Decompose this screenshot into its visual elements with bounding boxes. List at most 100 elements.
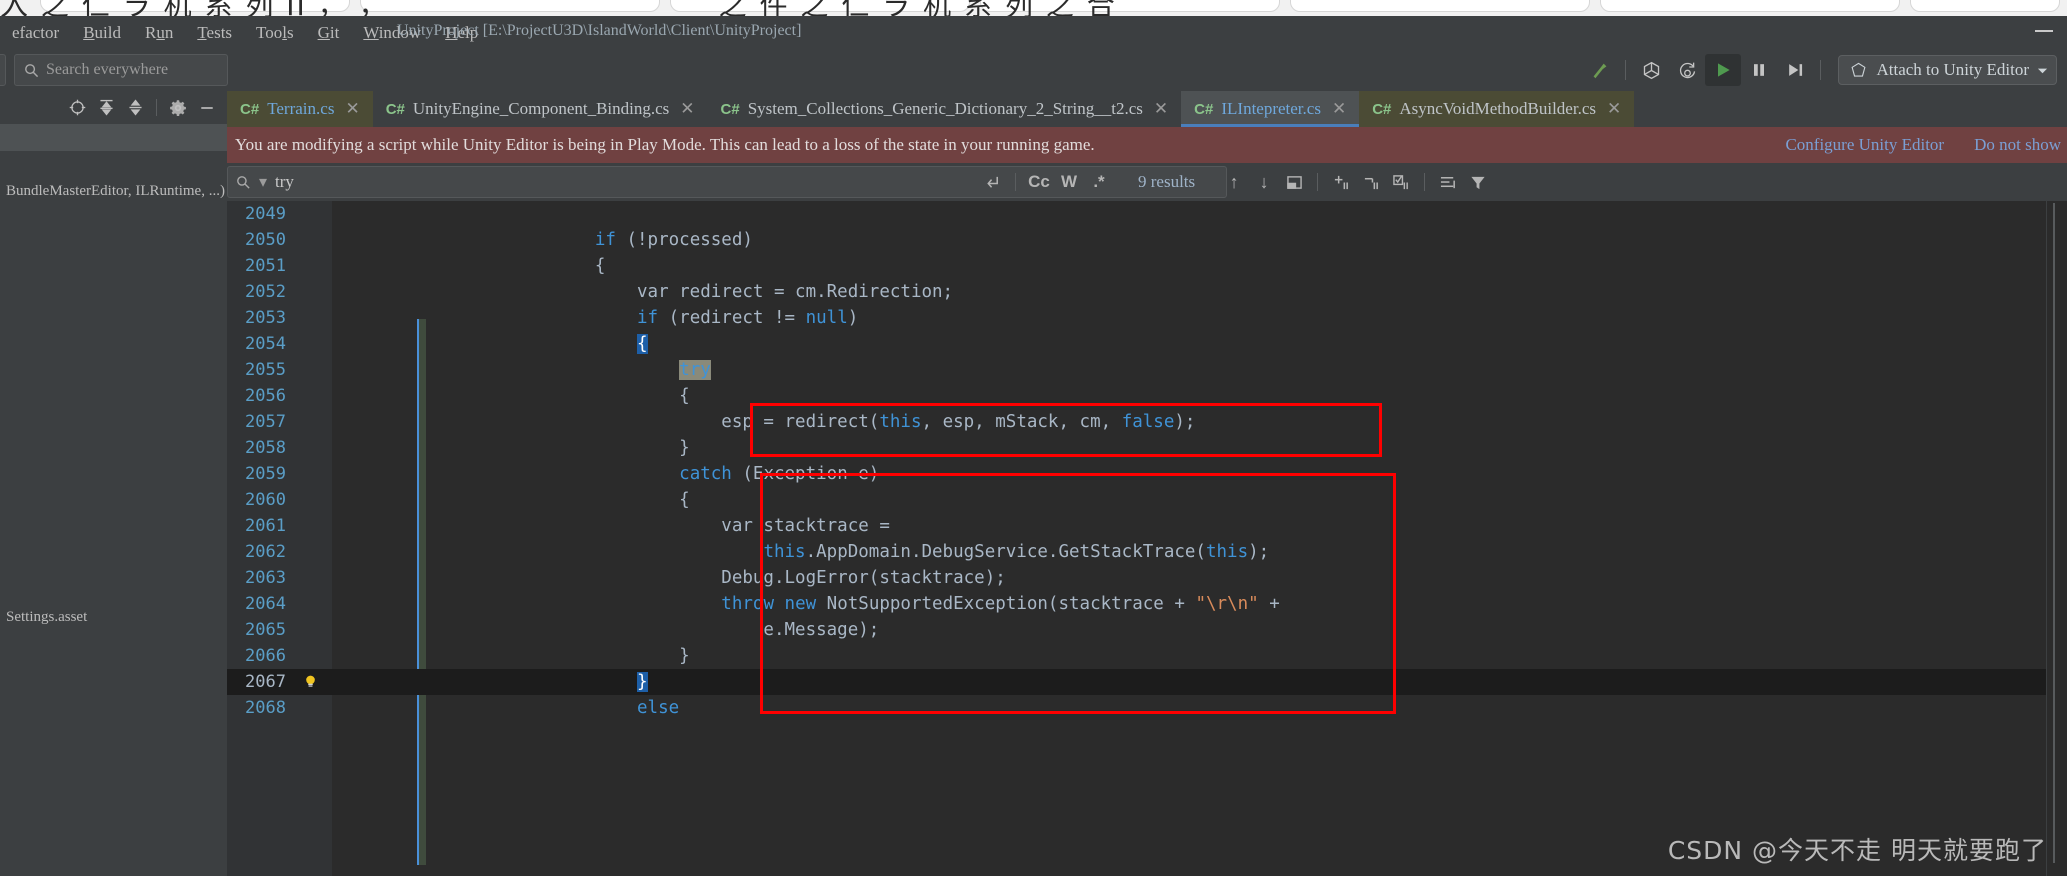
find-next-icon[interactable]: ↓: [1249, 167, 1279, 197]
gear-icon[interactable]: [164, 95, 191, 121]
match-case-toggle[interactable]: Cc: [1024, 167, 1054, 197]
code-line[interactable]: catch (Exception e): [332, 461, 2067, 487]
do-not-show-link[interactable]: Do not show: [1974, 135, 2061, 155]
menu-mnemonic: G: [317, 22, 330, 42]
code-line[interactable]: try: [332, 357, 2067, 383]
csharp-file-icon: C#: [385, 100, 405, 118]
step-over-icon[interactable]: [1777, 54, 1813, 86]
menu-build[interactable]: Build: [71, 21, 133, 45]
find-separator: [1015, 173, 1016, 191]
filter-icon[interactable]: [1463, 167, 1493, 197]
intention-bulb-icon[interactable]: [303, 674, 318, 689]
line-number: 2056: [245, 386, 286, 406]
locate-icon[interactable]: [64, 95, 91, 121]
menu-mnemonic: l: [282, 22, 287, 42]
code-line[interactable]: this.AppDomain.DebugService.GetStackTrac…: [332, 539, 2067, 565]
left-panel-toolbar: [0, 91, 227, 124]
line-number: 2057: [245, 412, 286, 432]
tab-unityengine-component-binding-cs[interactable]: C# UnityEngine_Component_Binding.cs ✕: [373, 91, 708, 127]
tab-ilintepreter-cs[interactable]: C# ILIntepreter.cs ✕: [1181, 91, 1360, 127]
code-line[interactable]: {: [332, 331, 2067, 357]
pause-icon[interactable]: [1741, 54, 1777, 86]
filter-text-icon[interactable]: [1433, 167, 1463, 197]
menu-git[interactable]: Git: [306, 21, 352, 45]
tab-close-icon[interactable]: ✕: [345, 99, 359, 119]
menu-tools[interactable]: Tools: [244, 21, 306, 45]
find-prev-icon[interactable]: ↑: [1219, 167, 1249, 197]
menu-refactor[interactable]: efactor: [0, 21, 71, 45]
unity-refresh-icon[interactable]: [1633, 54, 1669, 86]
code-line[interactable]: {: [332, 487, 2067, 513]
menu-mnemonic: T: [197, 22, 207, 42]
unity-playmode-warning-banner: You are modifying a script while Unity E…: [227, 127, 2067, 163]
unity-logo-icon: [1852, 62, 1866, 77]
left-panel-row-modules[interactable]: BundleMasterEditor, ILRuntime, ...): [0, 178, 227, 205]
code-line[interactable]: }: [332, 643, 2067, 669]
code-line[interactable]: {: [332, 253, 2067, 279]
menu-tests[interactable]: Tests: [185, 21, 244, 45]
tab-asyncvoidmethodbuilder-cs[interactable]: C# AsyncVoidMethodBuilder.cs ✕: [1359, 91, 1635, 127]
project-title: UnityProject [E:\ProjectU3D\IslandWorld\…: [397, 22, 802, 39]
code-line[interactable]: if (!processed): [332, 227, 2067, 253]
code-line[interactable]: [332, 201, 2067, 227]
code-line[interactable]: esp = redirect(this, esp, mStack, cm, fa…: [332, 409, 2067, 435]
regex-toggle[interactable]: .*: [1084, 167, 1114, 197]
code-line[interactable]: e.Message);: [332, 617, 2067, 643]
collapse-all-icon[interactable]: [122, 95, 149, 121]
toolbar-left-edge: [0, 54, 6, 86]
minimize-button[interactable]: [2035, 30, 2053, 32]
code-text-area[interactable]: if (!processed) { var redirect = cm.Redi…: [332, 201, 2067, 876]
line-number: 2064: [245, 594, 286, 614]
open-in-find-window-icon[interactable]: [1279, 167, 1309, 197]
close-icon[interactable]: close-icon: [947, 167, 977, 197]
left-panel-selected-row[interactable]: [0, 124, 227, 151]
left-panel-row-label: Settings.asset: [6, 609, 88, 625]
cutoff-text: 入 之 仁 ラ 机 系 列 II ， ，之 件 之 仁 ラ 机 系 列 之 合: [0, 0, 1117, 16]
code-line[interactable]: }: [332, 435, 2067, 461]
code-line[interactable]: else: [332, 695, 2067, 721]
line-number-gutter[interactable]: 2049 2050 2051 2052 2053 2054 2055 2056 …: [227, 201, 332, 876]
build-hammer-icon[interactable]: [1582, 54, 1618, 86]
code-line-current[interactable]: }: [332, 669, 2067, 695]
tab-close-icon[interactable]: ✕: [1154, 99, 1168, 119]
expand-all-icon[interactable]: [93, 95, 120, 121]
tab-close-icon[interactable]: ✕: [1332, 99, 1346, 119]
tab-system-collections-generic-dictionary-cs[interactable]: C# System_Collections_Generic_Dictionary…: [708, 91, 1182, 127]
code-folding-strip[interactable]: [322, 201, 426, 876]
code-editor[interactable]: 2049 2050 2051 2052 2053 2054 2055 2056 …: [227, 201, 2067, 876]
line-number: 2050: [245, 230, 286, 250]
run-icon[interactable]: [1705, 54, 1742, 86]
code-line[interactable]: {: [332, 383, 2067, 409]
code-line[interactable]: if (redirect != null): [332, 305, 2067, 331]
search-everywhere-label: Search everywhere: [46, 61, 169, 78]
left-panel-row-settings-asset[interactable]: Settings.asset: [0, 604, 227, 631]
hide-panel-icon[interactable]: [193, 95, 220, 121]
code-line[interactable]: var stacktrace =: [332, 513, 2067, 539]
remove-selection-icon[interactable]: [1356, 167, 1386, 197]
tab-terrain-cs[interactable]: C# Terrain.cs ✕: [227, 91, 373, 127]
line-number: 2062: [245, 542, 286, 562]
code-line[interactable]: var redirect = cm.Redirection;: [332, 279, 2067, 305]
top-cutoff-strip: 入 之 仁 ラ 机 系 列 II ， ，之 件 之 仁 ラ 机 系 列 之 合: [0, 0, 2067, 16]
return-icon[interactable]: [977, 167, 1007, 197]
editor-tab-bar: C# Terrain.cs ✕ C# UnityEngine_Component…: [227, 91, 2067, 127]
code-line[interactable]: throw new NotSupportedException(stacktra…: [332, 591, 2067, 617]
line-number: 2065: [245, 620, 286, 640]
left-panel-content: BundleMasterEditor, ILRuntime, ...): [0, 124, 227, 205]
select-all-occurrences-icon[interactable]: [1386, 167, 1416, 197]
add-selection-icon[interactable]: [1326, 167, 1356, 197]
search-dropdown-icon[interactable]: ▾: [259, 172, 267, 192]
search-everywhere-button[interactable]: Search everywhere: [14, 54, 228, 86]
unity-reload-icon[interactable]: [1669, 54, 1705, 86]
run-configuration-selector[interactable]: Attach to Unity Editor: [1838, 55, 2057, 85]
whole-words-toggle[interactable]: W: [1054, 167, 1084, 197]
scrollbar-thumb[interactable]: [2053, 203, 2055, 863]
tab-close-icon[interactable]: ✕: [1607, 99, 1621, 119]
tab-close-icon[interactable]: ✕: [680, 99, 694, 119]
menu-run[interactable]: Run: [133, 21, 185, 45]
code-line[interactable]: Debug.LogError(stacktrace);: [332, 565, 2067, 591]
menu-mnemonic: W: [363, 22, 379, 42]
configure-unity-editor-link[interactable]: Configure Unity Editor: [1785, 135, 1944, 155]
left-panel-row-label: BundleMasterEditor, ILRuntime, ...): [6, 183, 225, 199]
editor-scrollbar-rail[interactable]: [2046, 201, 2067, 876]
